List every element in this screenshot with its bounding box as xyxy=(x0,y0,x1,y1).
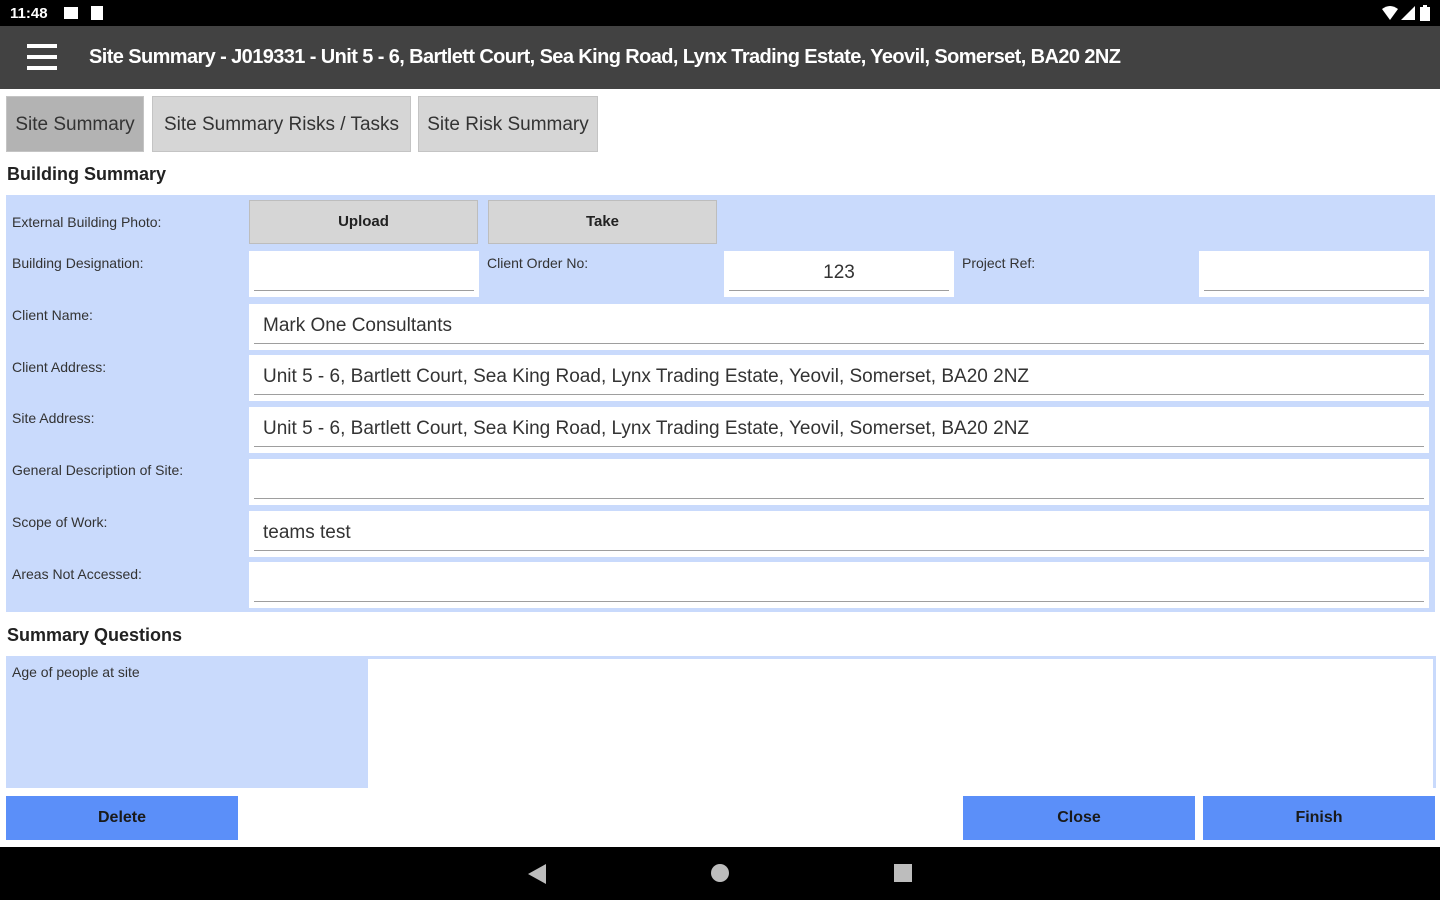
general-description-label: General Description of Site: xyxy=(12,462,184,478)
page-title: Site Summary - J019331 - Unit 5 - 6, Bar… xyxy=(89,46,1121,68)
upload-button[interactable]: Upload xyxy=(249,200,478,244)
tab-site-summary-risks-tasks[interactable]: Site Summary Risks / Tasks xyxy=(152,96,411,152)
wifi-icon xyxy=(1382,6,1398,20)
client-order-label: Client Order No: xyxy=(487,255,589,271)
site-address-input[interactable]: Unit 5 - 6, Bartlett Court, Sea King Roa… xyxy=(249,407,1429,453)
take-photo-button[interactable]: Take xyxy=(488,200,717,244)
site-address-label: Site Address: xyxy=(12,410,95,426)
summary-questions-heading: Summary Questions xyxy=(7,625,183,645)
recents-icon[interactable] xyxy=(894,864,912,882)
sd-card-icon xyxy=(91,6,103,20)
external-photo-label: External Building Photo: xyxy=(12,214,162,230)
signal-icon xyxy=(1401,6,1415,20)
project-ref-input[interactable] xyxy=(1199,251,1429,297)
home-icon[interactable] xyxy=(711,864,729,882)
client-name-input[interactable]: Mark One Consultants xyxy=(249,304,1429,350)
client-order-input[interactable]: 123 xyxy=(724,251,954,297)
client-address-input[interactable]: Unit 5 - 6, Bartlett Court, Sea King Roa… xyxy=(249,355,1429,401)
close-button[interactable]: Close xyxy=(963,796,1195,840)
tab-site-summary[interactable]: Site Summary xyxy=(6,96,144,152)
status-time: 11:48 xyxy=(10,5,48,22)
client-address-label: Client Address: xyxy=(12,359,107,375)
battery-icon xyxy=(1420,5,1430,21)
scope-of-work-input[interactable]: teams test xyxy=(249,511,1429,557)
building-designation-label: Building Designation: xyxy=(12,255,144,271)
finish-button[interactable]: Finish xyxy=(1203,796,1435,840)
building-summary-heading: Building Summary xyxy=(7,164,167,184)
project-ref-label: Project Ref: xyxy=(962,255,1036,271)
question-age-label: Age of people at site xyxy=(12,664,140,680)
delete-button[interactable]: Delete xyxy=(6,796,238,840)
client-name-label: Client Name: xyxy=(12,307,93,323)
tab-site-risk-summary[interactable]: Site Risk Summary xyxy=(418,96,598,152)
back-icon[interactable] xyxy=(528,864,546,884)
question-age-answer[interactable] xyxy=(368,656,1436,788)
status-bar: 11:48 xyxy=(0,0,1440,26)
scope-of-work-label: Scope of Work: xyxy=(12,514,108,530)
notification-icon xyxy=(64,7,78,19)
areas-not-accessed-input[interactable] xyxy=(249,562,1429,608)
app-bar: Site Summary - J019331 - Unit 5 - 6, Bar… xyxy=(0,26,1440,89)
menu-icon[interactable] xyxy=(27,44,57,70)
areas-not-accessed-label: Areas Not Accessed: xyxy=(12,566,142,582)
navigation-bar xyxy=(0,847,1440,900)
building-designation-input[interactable] xyxy=(249,251,479,297)
general-description-input[interactable] xyxy=(249,459,1429,505)
